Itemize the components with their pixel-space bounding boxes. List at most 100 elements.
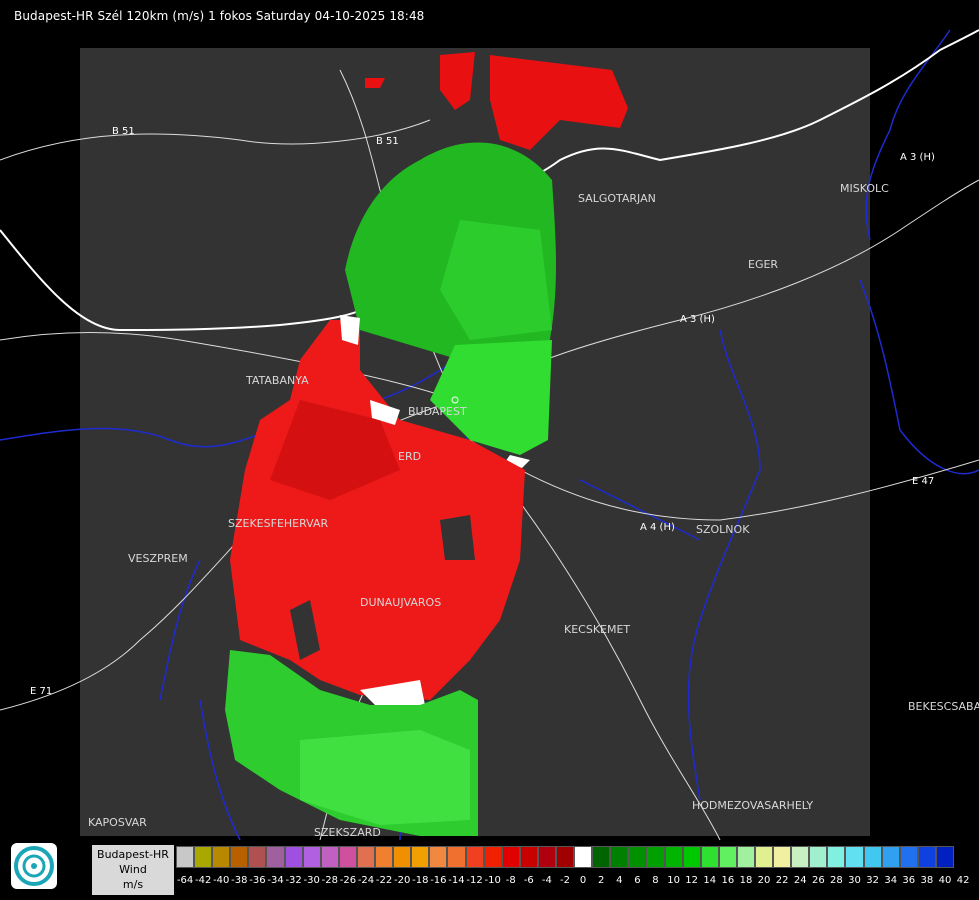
legend-tick-label: 4 bbox=[616, 875, 623, 886]
legend-tick-label: 28 bbox=[830, 875, 843, 886]
legend-tick-label: -26 bbox=[339, 875, 357, 886]
city-label: MISKOLC bbox=[840, 182, 889, 195]
legend-color-scale bbox=[176, 846, 955, 870]
legend-swatch bbox=[248, 846, 267, 868]
map-title: Budapest-HR Szél 120km (m/s) 1 fokos Sat… bbox=[14, 9, 425, 23]
radar-map: B 51 B 51 A 3 (H) A 3 (H) A 4 (H) E 47 E… bbox=[0, 29, 979, 841]
legend-swatch bbox=[411, 846, 430, 868]
legend-tick-label: 36 bbox=[902, 875, 916, 886]
legend-swatch bbox=[338, 846, 357, 868]
legend-tick-label: -10 bbox=[484, 875, 501, 886]
legend-tick-label: 6 bbox=[634, 875, 641, 886]
legend-swatch bbox=[356, 846, 376, 868]
svg-text:B 51: B 51 bbox=[112, 126, 135, 137]
city-label: VESZPREM bbox=[128, 552, 188, 565]
legend-swatch bbox=[592, 846, 611, 868]
legend-tick-label: 14 bbox=[703, 875, 717, 886]
legend-tick-label: -24 bbox=[357, 875, 375, 886]
legend-swatch bbox=[827, 846, 846, 868]
svg-text:E 71: E 71 bbox=[30, 686, 52, 697]
city-label: SALGOTARJAN bbox=[578, 192, 656, 205]
legend-swatch bbox=[483, 846, 502, 868]
legend-swatch bbox=[628, 846, 647, 868]
svg-text:A 3 (H): A 3 (H) bbox=[900, 152, 935, 163]
legend-swatch bbox=[447, 846, 466, 868]
legend-swatch bbox=[266, 846, 285, 868]
legend-tick-label: 24 bbox=[793, 875, 807, 886]
legend-tick-label: 32 bbox=[866, 875, 879, 886]
legend-tick-label: -2 bbox=[560, 875, 570, 886]
legend-tick-label: 2 bbox=[598, 875, 605, 886]
legend-tick-label: 10 bbox=[667, 875, 680, 886]
city-label: EGER bbox=[748, 258, 778, 271]
legend-swatch bbox=[230, 846, 249, 868]
legend-tick-label: -22 bbox=[375, 875, 393, 886]
legend-tick-label: 20 bbox=[757, 875, 771, 886]
legend-swatch bbox=[718, 846, 737, 868]
legend-tick-label: -28 bbox=[321, 875, 338, 886]
legend-label-line: Budapest-HR bbox=[97, 848, 169, 861]
city-label: BEKESCSABA bbox=[908, 700, 979, 713]
legend-swatch bbox=[917, 846, 936, 868]
legend-tick-label: 30 bbox=[848, 875, 861, 886]
city-label: SZEKSZARD bbox=[314, 826, 381, 839]
weather-service-logo-icon bbox=[14, 846, 54, 886]
legend-tick-label: 38 bbox=[920, 875, 934, 886]
legend-tick-label: -32 bbox=[285, 875, 302, 886]
legend-tick-label: -34 bbox=[267, 875, 284, 886]
legend-label: Budapest-HR Wind m/s bbox=[92, 845, 174, 895]
legend-swatch bbox=[555, 846, 575, 868]
city-label: ERD bbox=[398, 450, 421, 463]
legend-tick-label: -8 bbox=[505, 875, 516, 886]
legend-swatch bbox=[574, 846, 593, 868]
legend-tick-label: -6 bbox=[523, 875, 534, 886]
legend-tick-label: -4 bbox=[541, 875, 552, 886]
legend-tick-label: -40 bbox=[213, 875, 230, 886]
legend-tick-label: 0 bbox=[579, 875, 587, 886]
logo bbox=[11, 843, 57, 889]
legend-swatch bbox=[194, 846, 213, 868]
legend-tick-label: -20 bbox=[394, 875, 411, 886]
legend-swatch bbox=[519, 846, 538, 868]
legend-swatch bbox=[700, 846, 719, 868]
city-label: KAPOSVAR bbox=[88, 816, 147, 829]
city-label: BUDAPEST bbox=[408, 405, 467, 418]
legend-tick-label: -16 bbox=[430, 875, 447, 886]
legend-swatch bbox=[791, 846, 810, 868]
legend-label-line: m/s bbox=[122, 878, 144, 891]
legend-swatch bbox=[646, 846, 665, 868]
svg-text:B 51: B 51 bbox=[376, 136, 399, 147]
legend-swatch bbox=[664, 846, 683, 868]
legend-swatch bbox=[881, 846, 900, 868]
legend-swatch bbox=[773, 846, 792, 868]
legend-swatch bbox=[320, 846, 339, 868]
legend-tick-label: -14 bbox=[448, 875, 465, 886]
legend-swatch bbox=[845, 846, 864, 868]
city-label: HODMEZOVASARHELY bbox=[692, 799, 813, 812]
legend-swatch bbox=[863, 846, 882, 868]
legend-tick-label: -36 bbox=[249, 875, 266, 886]
legend-swatch bbox=[682, 846, 701, 868]
legend-label-line: Wind bbox=[119, 863, 147, 876]
legend-swatch bbox=[537, 846, 556, 868]
legend-swatch bbox=[429, 846, 448, 868]
legend-swatch bbox=[899, 846, 918, 868]
legend-tick-label: 12 bbox=[685, 875, 699, 886]
legend-swatch bbox=[393, 846, 412, 868]
legend-tick-label: 42 bbox=[956, 875, 970, 886]
legend-swatch bbox=[610, 846, 629, 868]
city-label: TATABANYA bbox=[245, 374, 309, 387]
svg-text:A 4 (H): A 4 (H) bbox=[640, 522, 675, 533]
legend-swatch bbox=[465, 846, 484, 868]
city-label: KECSKEMET bbox=[564, 623, 630, 636]
legend-swatch bbox=[375, 846, 394, 868]
legend-tick-label: 22 bbox=[775, 875, 789, 886]
legend-tick-label: 16 bbox=[721, 875, 735, 886]
city-label: SZEKESFEHERVAR bbox=[228, 517, 329, 530]
city-label: DUNAUJVAROS bbox=[360, 596, 441, 609]
legend-swatch bbox=[755, 846, 774, 868]
legend-swatch bbox=[212, 846, 231, 868]
legend-tick-label: -30 bbox=[303, 875, 320, 886]
legend-swatch bbox=[736, 846, 755, 868]
legend-tick-label: 34 bbox=[884, 875, 898, 886]
